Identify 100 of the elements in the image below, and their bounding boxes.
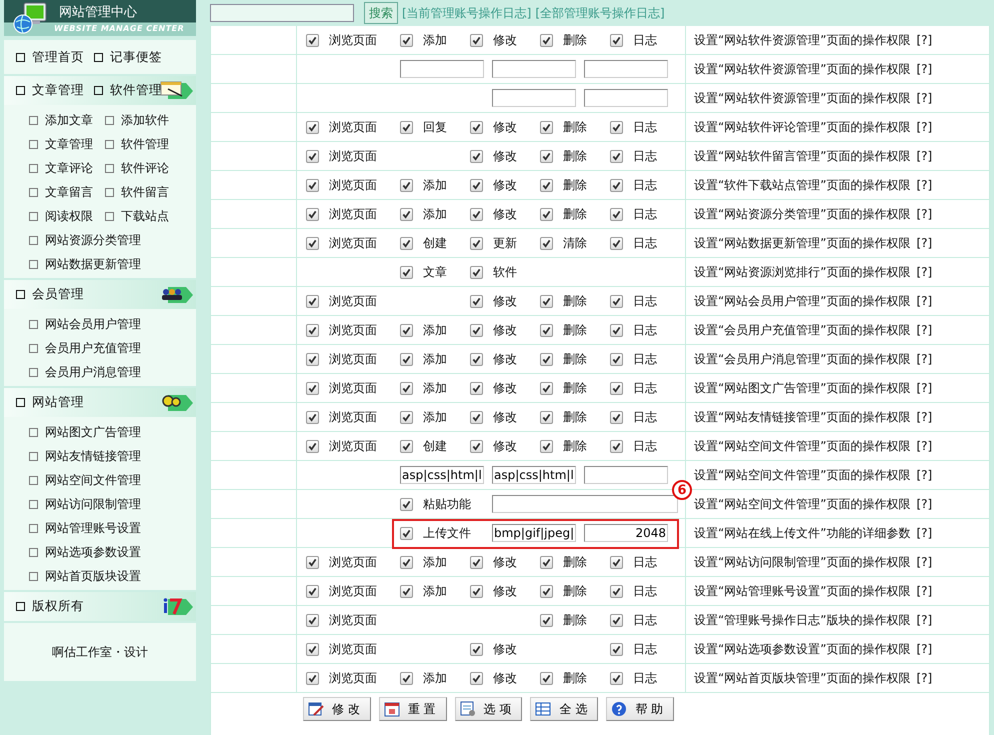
menu-item[interactable]: 网站首页版块设置 [29, 568, 141, 584]
checkbox[interactable] [306, 236, 319, 250]
checkbox[interactable] [610, 382, 623, 394]
checkbox[interactable] [610, 34, 623, 46]
help-link[interactable]: [?] [916, 62, 932, 76]
checkbox[interactable] [610, 614, 623, 626]
input-field[interactable] [584, 466, 668, 484]
help-link[interactable]: [?] [916, 584, 932, 598]
checkbox[interactable] [610, 352, 623, 366]
checkbox[interactable] [540, 236, 553, 250]
help-link[interactable]: [?] [916, 497, 932, 511]
checkbox[interactable] [400, 34, 413, 46]
checkbox[interactable] [610, 584, 623, 598]
checkbox[interactable] [540, 294, 553, 308]
checkbox[interactable] [400, 352, 413, 366]
checkbox[interactable] [610, 324, 623, 336]
checkbox[interactable] [540, 382, 553, 394]
help-link[interactable]: [?] [916, 613, 932, 627]
checkbox[interactable] [400, 526, 413, 540]
menu-heading[interactable]: 软件管理 [94, 82, 162, 99]
menu-item[interactable]: 网站空间文件管理 [29, 472, 141, 488]
input-field[interactable] [492, 60, 576, 78]
checkbox[interactable] [470, 556, 483, 568]
checkbox[interactable] [610, 150, 623, 162]
checkbox[interactable] [400, 498, 413, 510]
menu-item[interactable]: 阅读权限 [29, 208, 105, 224]
checkbox[interactable] [400, 120, 413, 134]
menu-item[interactable]: 网站数据更新管理 [29, 256, 141, 272]
checkbox[interactable] [400, 236, 413, 250]
menu-item[interactable]: 文章评论 [29, 160, 105, 176]
menu-heading[interactable]: 管理首页 [16, 48, 84, 66]
help-link[interactable]: [?] [916, 91, 932, 105]
checkbox[interactable] [306, 34, 319, 46]
checkbox[interactable] [470, 266, 483, 278]
checkbox[interactable] [540, 440, 553, 452]
checkbox[interactable] [610, 294, 623, 308]
checkbox[interactable] [540, 34, 553, 46]
input-field[interactable]: bmp|gif|jpeg| [492, 524, 576, 542]
checkbox[interactable] [470, 324, 483, 336]
checkbox[interactable] [306, 614, 319, 626]
input-field[interactable] [492, 495, 678, 513]
help-link[interactable]: [?] [916, 265, 932, 279]
menu-heading[interactable]: 会员管理 [16, 286, 84, 303]
checkbox[interactable] [470, 236, 483, 250]
input-field[interactable] [400, 60, 484, 78]
checkbox[interactable] [400, 410, 413, 424]
checkbox[interactable] [610, 410, 623, 424]
checkbox[interactable] [306, 178, 319, 192]
checkbox[interactable] [540, 178, 553, 192]
checkbox[interactable] [470, 34, 483, 46]
checkbox[interactable] [610, 178, 623, 192]
help-link[interactable]: [?] [916, 381, 932, 395]
menu-item[interactable]: 网站管理账号设置 [29, 520, 141, 536]
checkbox[interactable] [306, 584, 319, 598]
checkbox[interactable] [306, 208, 319, 220]
menu-item[interactable]: 软件管理 [105, 136, 181, 152]
help-link[interactable]: [?] [916, 120, 932, 134]
help-link[interactable]: [?] [916, 410, 932, 424]
checkbox[interactable] [306, 410, 319, 424]
checkbox[interactable] [470, 410, 483, 424]
help-link[interactable]: [?] [916, 207, 932, 221]
checkbox[interactable] [470, 642, 483, 656]
menu-item[interactable]: 网站选项参数设置 [29, 544, 141, 560]
help-link[interactable]: [?] [916, 526, 932, 540]
checkbox[interactable] [306, 440, 319, 452]
menu-item[interactable]: 文章留言 [29, 184, 105, 200]
help-link[interactable]: [?] [916, 178, 932, 192]
menu-item[interactable]: 添加文章 [29, 112, 105, 128]
checkbox[interactable] [540, 672, 553, 684]
menu-item[interactable]: 添加软件 [105, 112, 181, 128]
checkbox[interactable] [470, 208, 483, 220]
checkbox[interactable] [306, 672, 319, 684]
checkbox[interactable] [400, 208, 413, 220]
help-link[interactable]: [?] [916, 352, 932, 366]
checkbox[interactable] [540, 120, 553, 134]
menu-item[interactable]: 网站友情链接管理 [29, 448, 141, 464]
menu-item[interactable]: 软件评论 [105, 160, 181, 176]
menu-item[interactable]: 网站资源分类管理 [29, 232, 141, 248]
checkbox[interactable] [400, 382, 413, 394]
checkbox[interactable] [540, 410, 553, 424]
checkbox[interactable] [400, 178, 413, 192]
toolbar-button[interactable]: 全 选 [530, 697, 598, 721]
checkbox[interactable] [306, 352, 319, 366]
checkbox[interactable] [400, 672, 413, 684]
checkbox[interactable] [400, 266, 413, 278]
checkbox[interactable] [470, 382, 483, 394]
input-field[interactable] [584, 89, 668, 107]
checkbox[interactable] [610, 556, 623, 568]
menu-item[interactable]: 网站图文广告管理 [29, 424, 141, 440]
input-field[interactable] [584, 60, 668, 78]
checkbox[interactable] [610, 642, 623, 656]
help-link[interactable]: [?] [916, 671, 932, 685]
checkbox[interactable] [540, 352, 553, 366]
help-link[interactable]: [?] [916, 294, 932, 308]
checkbox[interactable] [306, 382, 319, 394]
checkbox[interactable] [306, 556, 319, 568]
checkbox[interactable] [540, 324, 553, 336]
menu-item[interactable]: 会员用户消息管理 [29, 364, 141, 380]
help-link[interactable]: [?] [916, 468, 932, 482]
menu-heading[interactable]: 网站管理 [16, 394, 84, 411]
